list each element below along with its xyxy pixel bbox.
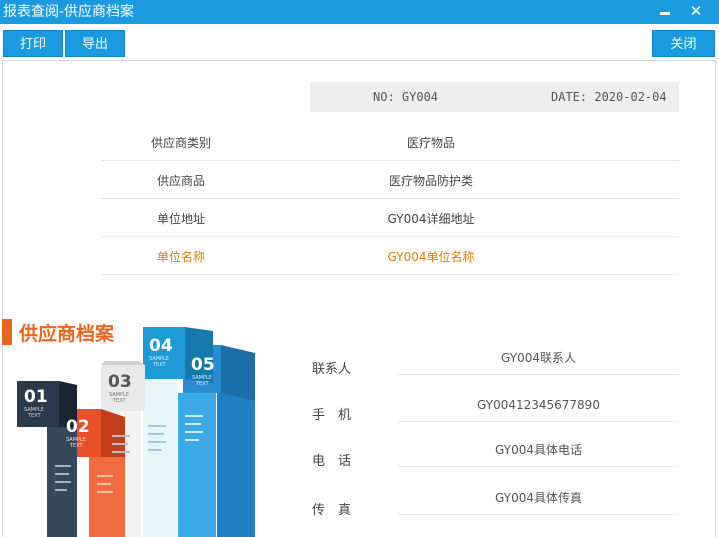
block-05-sub2: TEXT bbox=[195, 381, 210, 387]
info-label: 供应商品 bbox=[156, 174, 205, 188]
info-value: GY004详细地址 bbox=[387, 212, 475, 226]
mobile-value: GY00412345677890 bbox=[398, 395, 679, 422]
info-label: 供应商类别 bbox=[150, 136, 211, 150]
info-row-company: 单位名称 GY004单位名称 bbox=[101, 237, 679, 275]
close-icon[interactable]: ✕ bbox=[689, 4, 703, 19]
print-button[interactable]: 打印 bbox=[3, 30, 63, 57]
info-row-address: 单位地址 GY004详细地址 bbox=[101, 199, 679, 237]
block-02-number: 02 bbox=[66, 417, 90, 437]
block-04-number: 04 bbox=[149, 336, 173, 356]
info-value: 医疗物品 bbox=[406, 136, 455, 150]
block-03-sub2: TEXT bbox=[112, 398, 127, 404]
report-date: DATE: 2020-02-04 bbox=[551, 90, 667, 104]
info-row-category: 供应商类别 医疗物品 bbox=[101, 123, 679, 161]
export-button[interactable]: 导出 bbox=[65, 30, 125, 57]
phone-value: GY004具体电话 bbox=[398, 440, 679, 467]
minimize-icon[interactable] bbox=[659, 6, 671, 18]
block-03-number: 03 bbox=[108, 372, 132, 392]
title-bar: 报表查阅-供应商档案 ✕ bbox=[0, 0, 719, 24]
fax-label: 传 真 bbox=[312, 503, 352, 518]
mobile-label: 手 机 bbox=[312, 408, 352, 423]
block-01-sub2: TEXT bbox=[27, 413, 42, 419]
report-header: NO: GY004 DATE: 2020-02-04 bbox=[310, 82, 679, 112]
contact-label: 联系人 bbox=[312, 362, 352, 377]
block-05-number: 05 bbox=[191, 355, 215, 375]
section-marker bbox=[2, 319, 12, 345]
info-value: 医疗物品防护类 bbox=[388, 174, 473, 188]
info-label: 单位名称 bbox=[156, 250, 205, 264]
close-button[interactable]: 关闭 bbox=[652, 30, 715, 57]
block-01-number: 01 bbox=[24, 387, 48, 407]
fax-value: GY004具体传真 bbox=[398, 488, 679, 515]
block-02-sub2: TEXT bbox=[69, 443, 84, 449]
phone-label: 电 话 bbox=[312, 454, 352, 469]
report-number: NO: GY004 bbox=[373, 90, 439, 104]
contact-value: GY004联系人 bbox=[398, 348, 679, 375]
info-row-goods: 供应商品 医疗物品防护类 bbox=[101, 161, 679, 199]
info-label: 单位地址 bbox=[156, 212, 205, 226]
info-value: GY004单位名称 bbox=[387, 250, 475, 264]
block-04-sub2: TEXT bbox=[152, 362, 167, 368]
steps-infographic: 01 SAMPLE TEXT 02 SAMPLE TEXT 03 SAMPLE … bbox=[17, 327, 255, 537]
toolbar: 打印 导出 关闭 bbox=[0, 24, 719, 60]
window-title: 报表查阅-供应商档案 bbox=[3, 4, 135, 20]
